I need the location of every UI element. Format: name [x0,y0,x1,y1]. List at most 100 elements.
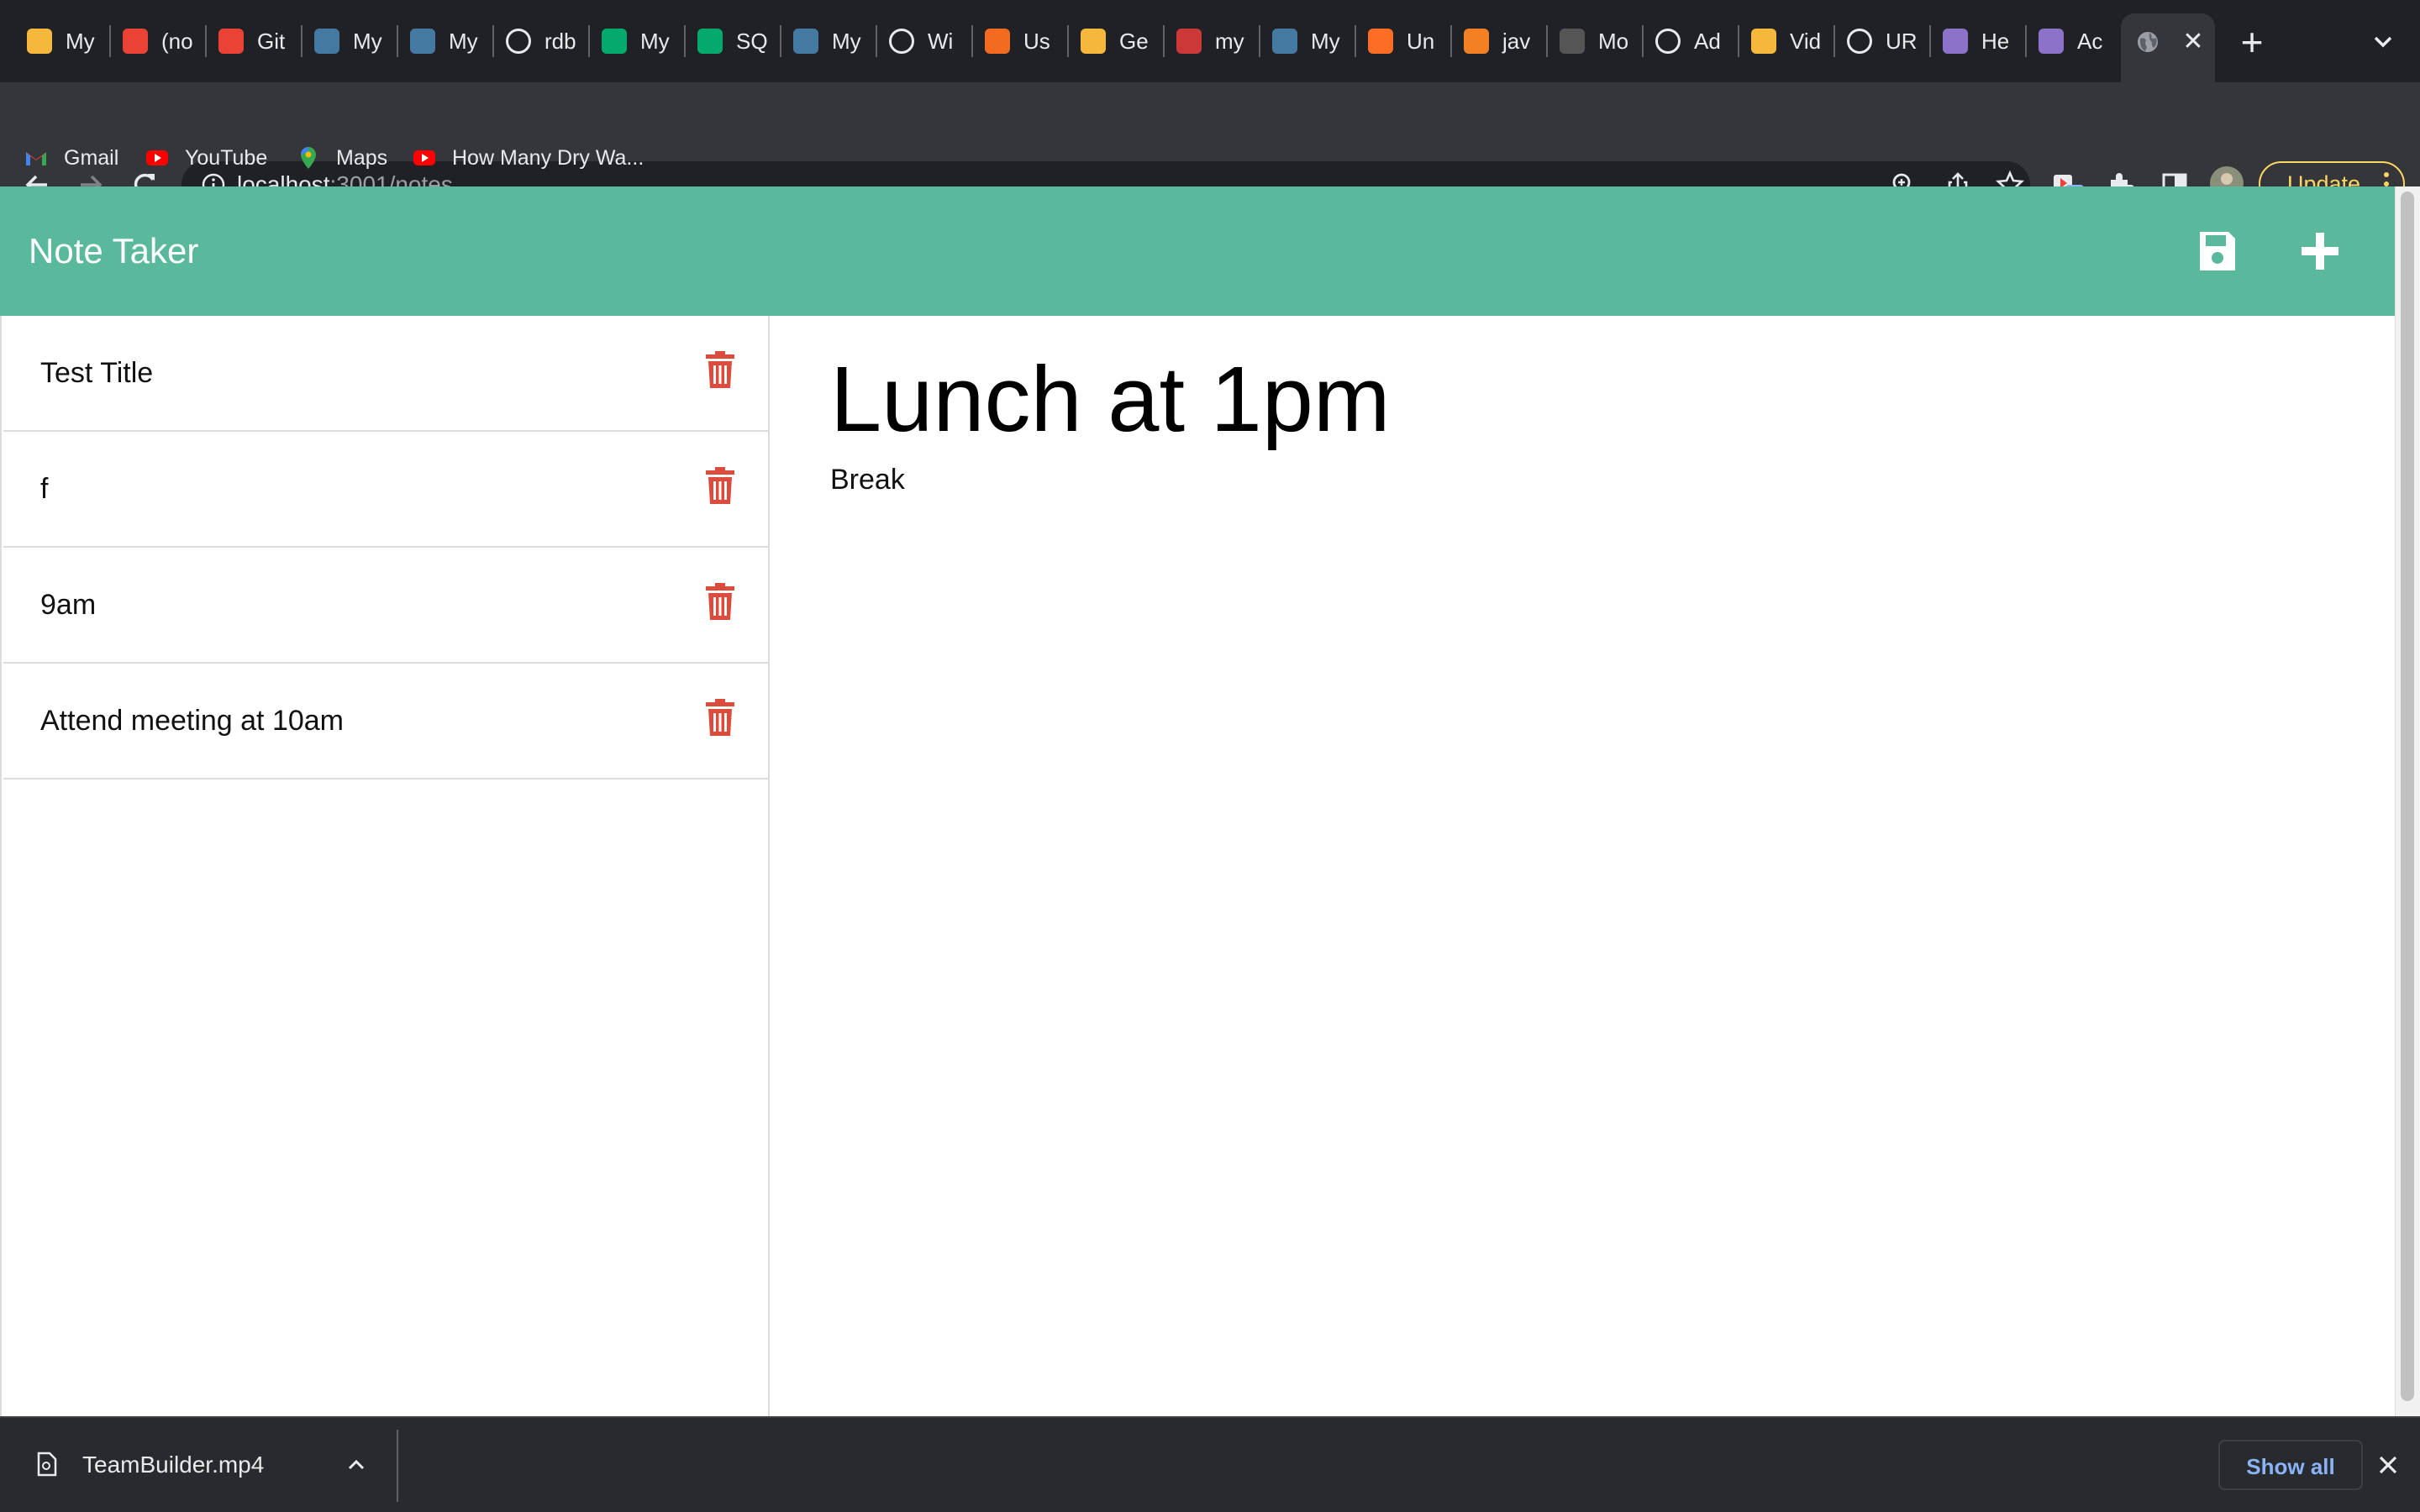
web-page: Note Taker Test Title f 9am Attend meeti… [0,186,2420,1416]
fs-icon [27,29,52,54]
browser-tab[interactable]: my [1165,13,1257,69]
browser-tab[interactable]: Us [973,13,1065,69]
tab-title: My [353,28,382,54]
show-all-button[interactable]: Show all [2218,1440,2363,1490]
tab-separator [1738,25,1739,57]
close-tab-icon[interactable]: ✕ [2180,29,2207,55]
github-icon [1655,29,1681,54]
app-navbar: Note Taker [0,186,2395,316]
chevron-down-icon[interactable] [2366,25,2400,59]
fs-icon [1081,29,1106,54]
chevron-up-icon[interactable] [345,1453,368,1477]
note-text-input[interactable]: Break [830,464,905,496]
browser-tab[interactable]: SQ [686,13,778,69]
bookmark-youtube[interactable]: YouTube [145,138,267,178]
tab-separator [109,25,111,57]
browser-tab[interactable]: rdb [494,13,587,69]
browser-tab[interactable]: My [302,13,395,69]
save-icon[interactable] [2196,228,2238,274]
active-tab[interactable]: ✕ [2121,13,2215,82]
note-list-title: Attend meeting at 10am [40,705,345,737]
tab-title: Mo [1598,28,1629,54]
maps-icon [301,147,316,169]
bookmark-label: YouTube [185,145,268,170]
browser-tab[interactable]: Mo [1548,13,1640,69]
browser-tab[interactable]: jav [1452,13,1544,69]
browser-tab[interactable]: (no [111,13,203,69]
tab-separator [1259,25,1260,57]
tab-title: Un [1407,28,1435,54]
browser-tab[interactable]: My [781,13,874,69]
mysql-icon [1272,29,1297,54]
browser-tab[interactable]: My [398,13,491,69]
note-list-item[interactable]: f [3,432,768,548]
tab-separator [971,25,973,57]
close-icon[interactable] [2373,1450,2403,1480]
tab-title: Ge [1119,28,1149,54]
browser-tab[interactable]: UR [1835,13,1928,69]
note-list-item[interactable]: Test Title [3,316,768,432]
note-list-item[interactable]: 9am [3,548,768,664]
youtube-icon [146,150,168,165]
mysql-icon [793,29,818,54]
stackoverflow-icon [1464,29,1489,54]
w3schools-icon [697,29,723,54]
youtube-icon [413,150,435,165]
tab-title: My [449,28,478,54]
browser-tab[interactable]: Ge [1069,13,1161,69]
trash-icon[interactable] [706,351,734,388]
browser-tab[interactable]: Wi [877,13,970,69]
app-title[interactable]: Note Taker [29,186,198,316]
trash-icon[interactable] [706,467,734,504]
bookmark-gmail[interactable]: Gmail [24,138,118,178]
tab-separator [1355,25,1356,57]
browser-tab[interactable]: Un [1356,13,1449,69]
browser-tab[interactable]: Ac [2027,13,2119,69]
tab-separator [1642,25,1644,57]
dark-square-icon [1560,29,1585,54]
gmail-icon [218,29,244,54]
browser-tab[interactable]: He [1931,13,2023,69]
scrollbar-thumb[interactable] [2401,192,2414,1401]
note-list-item[interactable]: Attend meeting at 10am [3,664,768,780]
tab-title: Us [1023,28,1050,54]
download-file-name[interactable]: TeamBuilder.mp4 [82,1418,264,1512]
npm-icon [1176,29,1202,54]
browser-tab[interactable]: My [590,13,682,69]
divider [397,1430,398,1502]
tab-title: Git [257,28,286,54]
note-editor: Lunch at 1pm Break [770,316,2395,1416]
heroku-icon [1943,29,1968,54]
trash-icon[interactable] [706,583,734,620]
browser-tab[interactable]: My [15,13,108,69]
tab-title: My [1311,28,1340,54]
browser-tab[interactable]: Ad [1644,13,1736,69]
tab-title: Ad [1694,28,1721,54]
bookmark-label: How Many Dry Wa... [452,145,644,170]
mdn-icon [1847,29,1872,54]
browser-tab[interactable]: Vid [1739,13,1832,69]
browser-tab[interactable]: Git [207,13,299,69]
bookmark-maps[interactable]: Maps [296,138,387,178]
tab-title: Wi [928,28,954,54]
file-icon [37,1452,57,1477]
tab-title: jav [1502,28,1531,54]
tab-title: My [640,28,670,54]
browser-tab[interactable]: My [1260,13,1353,69]
new-tab-icon[interactable]: + [2235,18,2269,66]
globe-icon [2138,32,2158,52]
tab-separator [1929,25,1931,57]
tab-separator [397,25,398,57]
bookmark-dry-wa[interactable]: How Many Dry Wa... [412,138,644,178]
tab-separator [492,25,494,57]
note-list-title: f [40,473,49,505]
gmail-icon [26,152,46,165]
tab-title: My [66,28,95,54]
plus-icon[interactable] [2297,228,2343,274]
scrollbar[interactable] [2395,186,2420,1416]
note-title-input[interactable]: Lunch at 1pm [830,333,1391,467]
gmail-icon [123,29,148,54]
note-list-title: Test Title [40,357,154,389]
trash-icon[interactable] [706,699,734,736]
bookmark-label: Gmail [64,145,119,170]
